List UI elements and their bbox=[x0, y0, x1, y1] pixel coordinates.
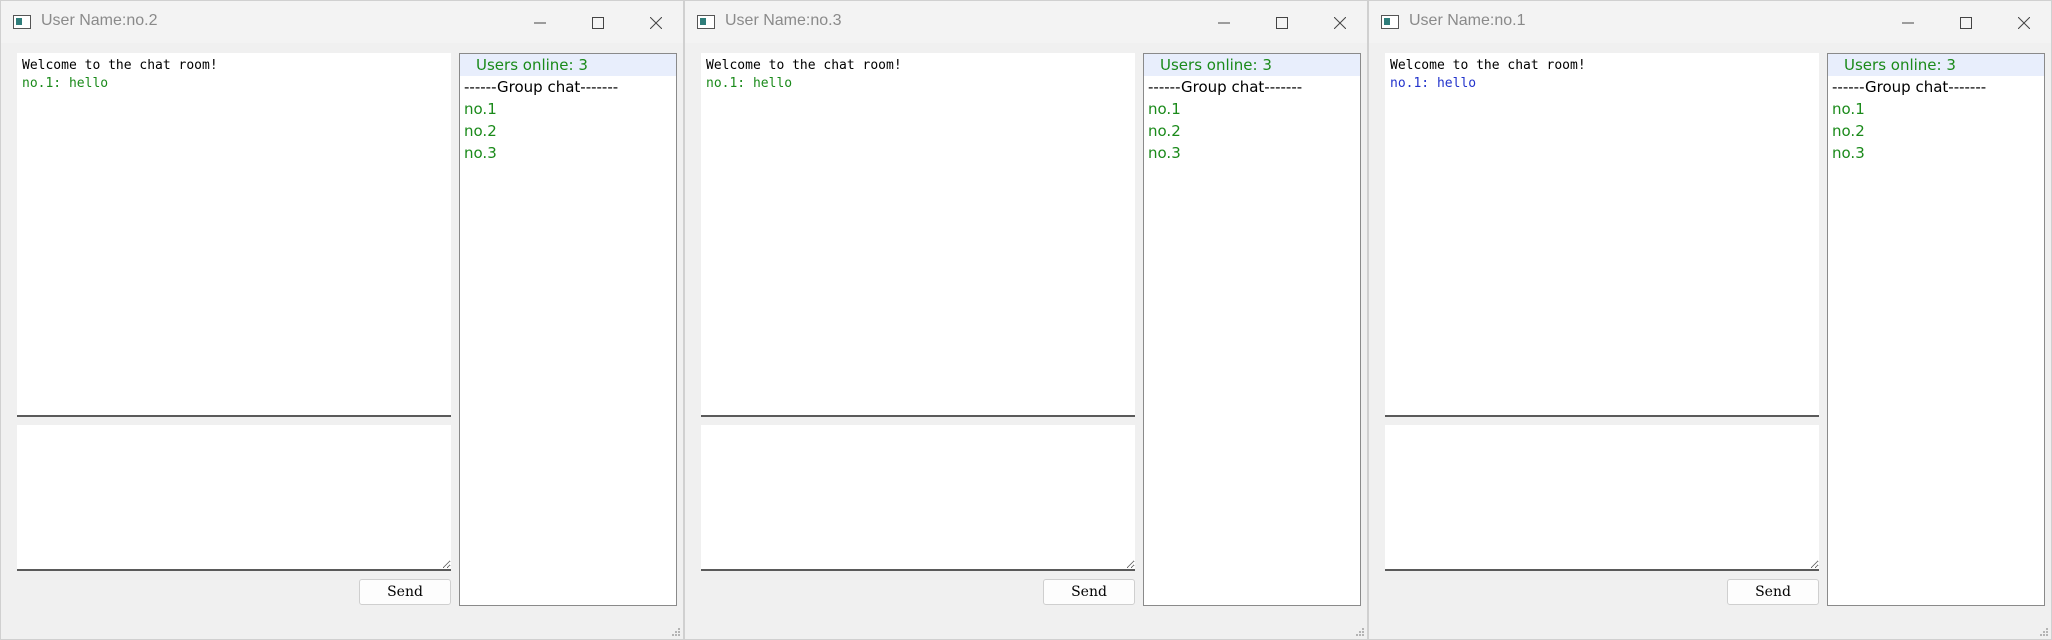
maximize-button[interactable] bbox=[1259, 7, 1305, 39]
window-title: User Name:no.1 bbox=[1409, 12, 1526, 29]
message-input[interactable] bbox=[17, 425, 451, 571]
maximize-icon bbox=[1960, 17, 1972, 29]
chat-message: Welcome to the chat room! bbox=[22, 58, 218, 73]
user-item[interactable]: no.2 bbox=[1828, 120, 2044, 142]
chat-window: User Name:no.1 Welcome to the chat room!… bbox=[1368, 0, 2052, 640]
title-bar[interactable]: User Name:no.1 bbox=[1369, 1, 2051, 43]
close-icon bbox=[2018, 17, 2030, 29]
chat-window: User Name:no.3 Welcome to the chat room!… bbox=[684, 0, 1368, 640]
minimize-button[interactable] bbox=[1201, 7, 1247, 39]
app-icon bbox=[1381, 15, 1399, 29]
online-count: Users online: 3 bbox=[1144, 54, 1360, 76]
app-icon bbox=[697, 15, 715, 29]
user-item[interactable]: no.3 bbox=[1828, 142, 2044, 164]
title-bar[interactable]: User Name:no.3 bbox=[685, 1, 1367, 43]
group-chat-item[interactable]: ------Group chat------- bbox=[1828, 76, 2044, 98]
chat-message: no.1: hello bbox=[706, 76, 793, 91]
resize-grip-icon[interactable] bbox=[671, 627, 681, 637]
user-item[interactable]: no.3 bbox=[460, 142, 676, 164]
chat-window: User Name:no.2 Welcome to the chat room!… bbox=[0, 0, 684, 640]
send-button[interactable]: Send bbox=[1727, 579, 1819, 605]
window-title: User Name:no.2 bbox=[41, 12, 158, 29]
desktop: User Name:no.2 Welcome to the chat room!… bbox=[0, 0, 2052, 640]
chat-history[interactable]: Welcome to the chat room! no.1: hello bbox=[17, 53, 451, 417]
user-list[interactable]: Users online: 3 ------Group chat------- … bbox=[1143, 53, 1361, 606]
close-icon bbox=[1334, 17, 1346, 29]
window-title: User Name:no.3 bbox=[725, 12, 842, 29]
chat-message: no.1: hello bbox=[22, 76, 109, 91]
user-item[interactable]: no.2 bbox=[1144, 120, 1360, 142]
send-button[interactable]: Send bbox=[1043, 579, 1135, 605]
user-item[interactable]: no.1 bbox=[1144, 98, 1360, 120]
user-item[interactable]: no.2 bbox=[460, 120, 676, 142]
user-item[interactable]: no.3 bbox=[1144, 142, 1360, 164]
resize-grip-icon[interactable] bbox=[1355, 627, 1365, 637]
maximize-button[interactable] bbox=[1943, 7, 1989, 39]
chat-message: Welcome to the chat room! bbox=[1390, 58, 1586, 73]
title-bar[interactable]: User Name:no.2 bbox=[1, 1, 683, 43]
user-list[interactable]: Users online: 3 ------Group chat------- … bbox=[1827, 53, 2045, 606]
online-count: Users online: 3 bbox=[460, 54, 676, 76]
app-icon bbox=[13, 15, 31, 29]
maximize-button[interactable] bbox=[575, 7, 621, 39]
group-chat-item[interactable]: ------Group chat------- bbox=[460, 76, 676, 98]
minimize-icon bbox=[1902, 22, 1914, 24]
chat-message: Welcome to the chat room! bbox=[706, 58, 902, 73]
group-chat-item[interactable]: ------Group chat------- bbox=[1144, 76, 1360, 98]
minimize-button[interactable] bbox=[517, 7, 563, 39]
close-icon bbox=[650, 17, 662, 29]
close-button[interactable] bbox=[1317, 7, 1363, 39]
message-input[interactable] bbox=[701, 425, 1135, 571]
message-input[interactable] bbox=[1385, 425, 1819, 571]
close-button[interactable] bbox=[2001, 7, 2047, 39]
chat-message: no.1: hello bbox=[1390, 76, 1477, 91]
send-button[interactable]: Send bbox=[359, 579, 451, 605]
maximize-icon bbox=[592, 17, 604, 29]
user-item[interactable]: no.1 bbox=[460, 98, 676, 120]
user-list[interactable]: Users online: 3 ------Group chat------- … bbox=[459, 53, 677, 606]
chat-history[interactable]: Welcome to the chat room! no.1: hello bbox=[701, 53, 1135, 417]
minimize-icon bbox=[534, 22, 546, 24]
close-button[interactable] bbox=[633, 7, 679, 39]
user-item[interactable]: no.1 bbox=[1828, 98, 2044, 120]
online-count: Users online: 3 bbox=[1828, 54, 2044, 76]
maximize-icon bbox=[1276, 17, 1288, 29]
minimize-icon bbox=[1218, 22, 1230, 24]
minimize-button[interactable] bbox=[1885, 7, 1931, 39]
chat-history[interactable]: Welcome to the chat room! no.1: hello bbox=[1385, 53, 1819, 417]
resize-grip-icon[interactable] bbox=[2039, 627, 2049, 637]
